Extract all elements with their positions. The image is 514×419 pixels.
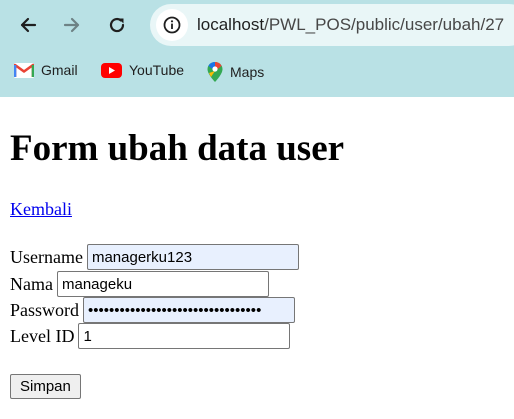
arrow-left-icon (20, 17, 37, 33)
url-path: /PWL_POS/public/user/ubah/27 (264, 15, 505, 34)
reload-icon (109, 17, 125, 33)
arrow-right-icon (63, 17, 80, 33)
simpan-button[interactable]: Simpan (10, 374, 81, 399)
bookmark-maps[interactable]: Maps (207, 62, 264, 82)
bookmark-gmail[interactable]: Gmail (14, 62, 78, 78)
url-host: localhost (197, 15, 265, 34)
maps-icon (207, 62, 223, 82)
site-info-button[interactable] (156, 9, 188, 41)
level-id-input[interactable] (78, 323, 291, 349)
youtube-icon (101, 62, 122, 78)
reload-button[interactable] (101, 9, 133, 41)
bookmark-label: YouTube (129, 62, 185, 78)
forward-button[interactable] (56, 9, 88, 41)
nama-row: Nama (10, 271, 269, 297)
password-label: Password (10, 299, 80, 320)
username-label: Username (10, 246, 83, 267)
bookmark-label: Gmail (41, 62, 78, 78)
gmail-icon (14, 62, 34, 78)
page-title: Form ubah data user (10, 128, 345, 169)
password-row: Password (10, 297, 296, 323)
username-row: Username (10, 244, 299, 270)
url-text[interactable]: localhost/PWL_POS/public/user/ubah/27 (197, 15, 504, 35)
password-input[interactable] (83, 297, 296, 323)
level-id-row: Level ID (10, 323, 291, 349)
info-icon (163, 16, 181, 34)
level-id-label: Level ID (10, 325, 75, 346)
username-input[interactable] (86, 244, 299, 270)
back-link[interactable]: Kembali (10, 199, 72, 220)
address-bar[interactable]: localhost/PWL_POS/public/user/ubah/27 (150, 4, 514, 46)
bookmark-youtube[interactable]: YouTube (101, 62, 184, 78)
bookmarks-bar: Gmail YouTube Maps (0, 56, 514, 86)
bookmark-label: Maps (230, 64, 265, 80)
nama-input[interactable] (56, 271, 269, 297)
browser-toolbar: localhost/PWL_POS/public/user/ubah/27 Gm… (0, 0, 514, 97)
nama-label: Nama (10, 273, 53, 294)
back-button[interactable] (12, 9, 44, 41)
